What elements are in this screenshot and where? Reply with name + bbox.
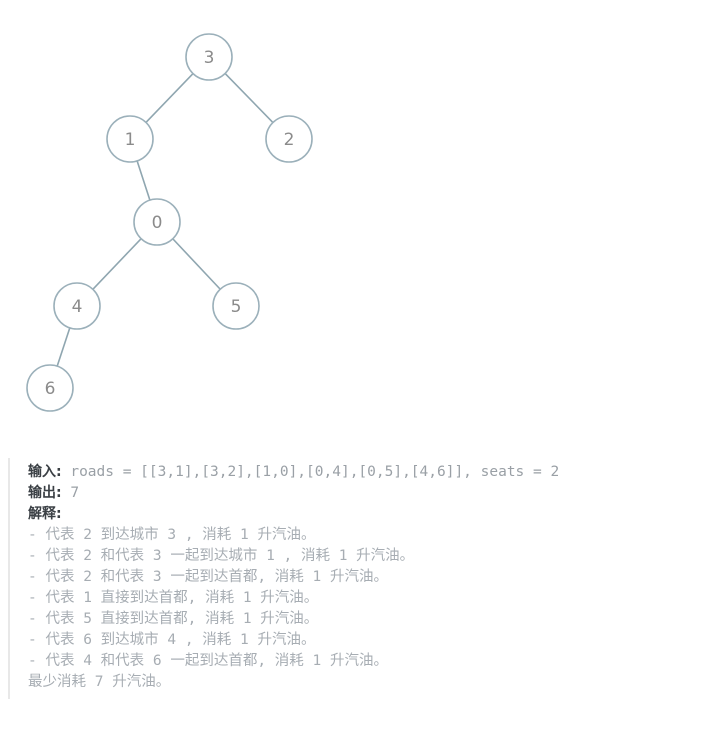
graph-node-label-3: 3 bbox=[204, 48, 215, 68]
example-explain-line: 解释: bbox=[28, 504, 718, 525]
example-input-line: 输入: roads = [[3,1],[3,2],[1,0],[0,4],[0,… bbox=[28, 462, 718, 483]
graph-figure: 3 1 2 0 4 5 6 bbox=[0, 0, 726, 445]
example-input-value: roads = [[3,1],[3,2],[1,0],[0,4],[0,5],[… bbox=[61, 464, 560, 480]
example-explanation-line: - 代表 4 和代表 6 一起到达首都, 消耗 1 升汽油。 bbox=[28, 653, 388, 669]
example-explanation-line: 最少消耗 7 升汽油。 bbox=[28, 674, 171, 690]
graph-node-label-5: 5 bbox=[231, 297, 242, 317]
graph-edge-0-4 bbox=[92, 238, 142, 290]
graph-node-0: 0 bbox=[133, 198, 181, 246]
graph-edge-3-2 bbox=[224, 72, 274, 124]
graph-node-label-4: 4 bbox=[72, 297, 83, 317]
example-explanation-line: - 代表 5 直接到达首都, 消耗 1 升汽油。 bbox=[28, 611, 319, 627]
example-input-label: 输入: bbox=[28, 464, 62, 480]
graph-node-3: 3 bbox=[185, 33, 233, 81]
example-explanation-list: - 代表 2 到达城市 3 , 消耗 1 升汽油。 - 代表 2 和代表 3 一起… bbox=[28, 525, 718, 693]
graph-node-5: 5 bbox=[212, 282, 260, 330]
graph-node-1: 1 bbox=[106, 115, 154, 163]
example-explanation-line: - 代表 1 直接到达首都, 消耗 1 升汽油。 bbox=[28, 590, 319, 606]
graph-node-layer: 3 1 2 0 4 5 6 bbox=[26, 33, 313, 412]
example-explanation-line: - 代表 2 和代表 3 一起到达首都, 消耗 1 升汽油。 bbox=[28, 569, 388, 585]
example-explanation-line: - 代表 2 和代表 3 一起到达城市 1 , 消耗 1 升汽油。 bbox=[28, 548, 415, 564]
graph-node-label-1: 1 bbox=[125, 130, 136, 150]
example-explanation-line: - 代表 6 到达城市 4 , 消耗 1 升汽油。 bbox=[28, 632, 316, 648]
graph-node-label-0: 0 bbox=[152, 213, 163, 233]
graph-node-2: 2 bbox=[265, 115, 313, 163]
graph-node-label-2: 2 bbox=[284, 130, 295, 150]
graph-edge-1-0 bbox=[136, 160, 151, 201]
example-output-value: 7 bbox=[61, 485, 80, 501]
page-root: 3 1 2 0 4 5 6 输入: roads = [[3,1],[3,2],[1,0],[… bbox=[0, 0, 726, 750]
example-explanation-line: - 代表 2 到达城市 3 , 消耗 1 升汽油。 bbox=[28, 527, 316, 543]
example-explain-label: 解释: bbox=[28, 506, 62, 522]
graph-edge-3-1 bbox=[145, 73, 194, 123]
graph-node-4: 4 bbox=[53, 282, 101, 330]
graph-svg: 3 1 2 0 4 5 6 bbox=[26, 33, 313, 412]
graph-node-label-6: 6 bbox=[45, 379, 56, 399]
example-block: 输入: roads = [[3,1],[3,2],[1,0],[0,4],[0,… bbox=[8, 458, 718, 699]
example-output-line: 输出: 7 bbox=[28, 483, 718, 504]
graph-edge-4-6 bbox=[56, 327, 71, 367]
graph-edge-0-5 bbox=[172, 238, 221, 290]
graph-node-6: 6 bbox=[26, 364, 74, 412]
example-output-label: 输出: bbox=[28, 485, 62, 501]
